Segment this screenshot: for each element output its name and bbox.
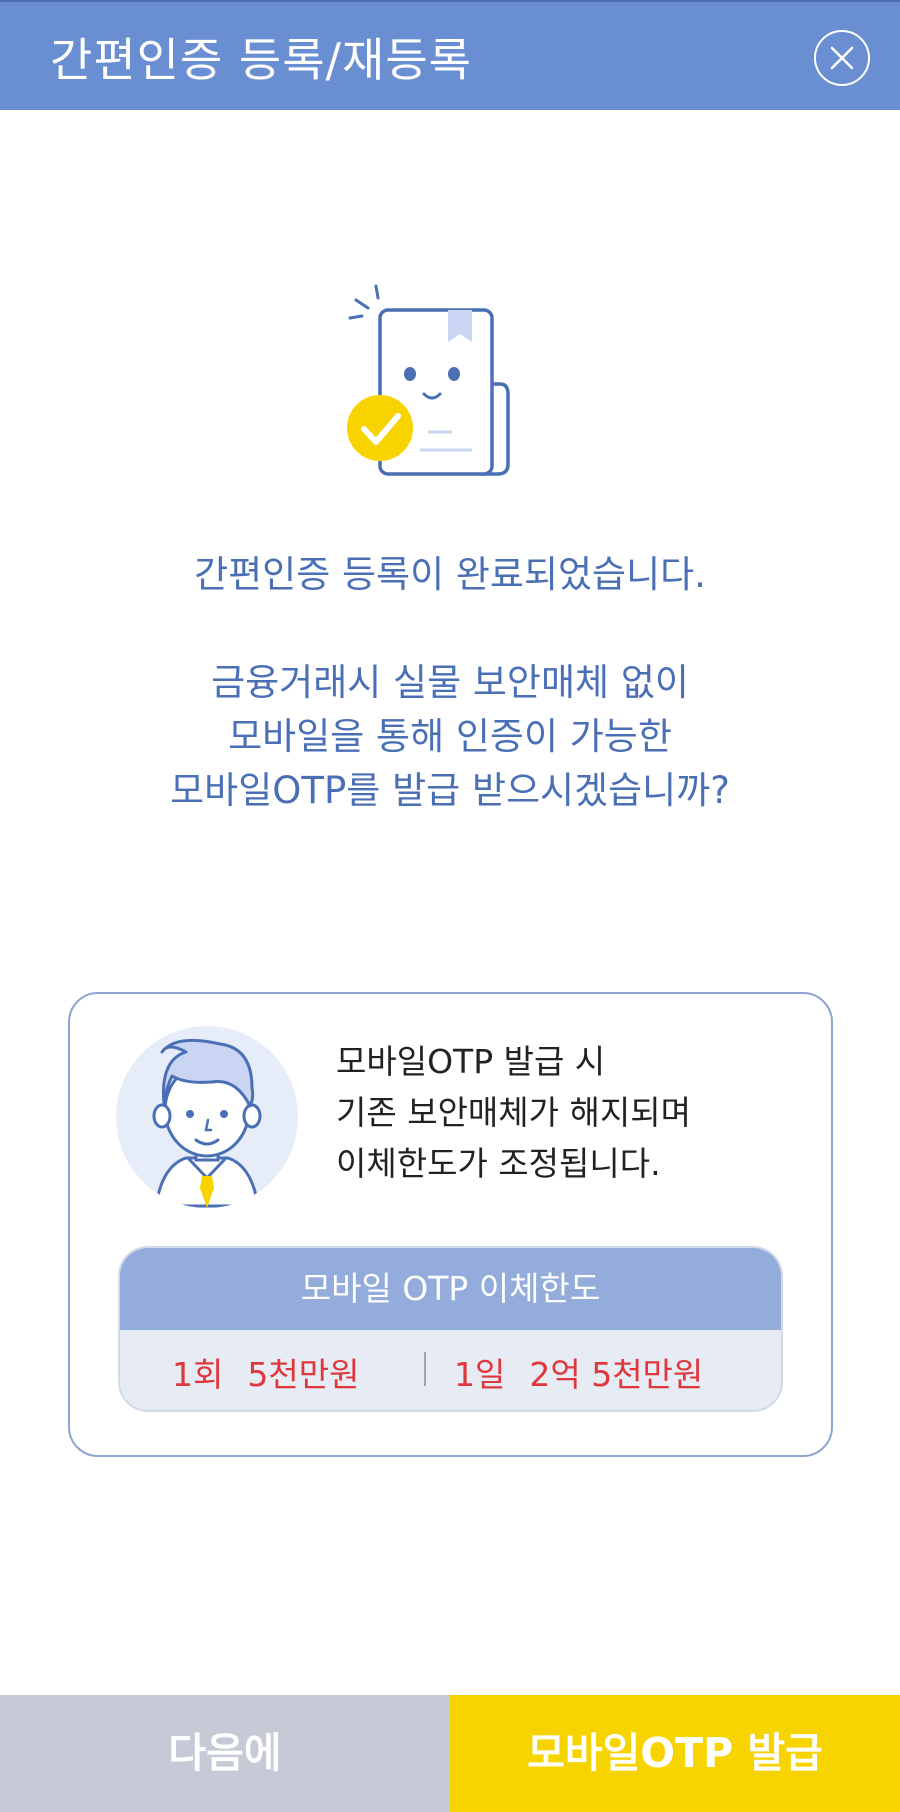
message-line: 간편인증 등록이 완료되었습니다. [194, 553, 706, 596]
close-icon [830, 46, 854, 70]
message-line: 모바일OTP를 발급 받으시겠습니까? [170, 769, 730, 812]
completion-message: 간편인증 등록이 완료되었습니다. 금융거래시 실물 보안매체 없이 모바일을 … [0, 548, 900, 818]
notice-line: 기존 보안매체가 해지되며 [336, 1093, 691, 1132]
limit-values: 1회 5천만원 1일 2억 5천만원 [120, 1330, 781, 1410]
per-time-limit: 1회 5천만원 [172, 1348, 359, 1396]
notice-line: 이체한도가 조정됩니다. [336, 1144, 661, 1183]
otp-info-card: 모바일OTP 발급 시 기존 보안매체가 해지되며 이체한도가 조정됩니다. 모… [68, 992, 833, 1457]
notice-line: 모바일OTP 발급 시 [336, 1042, 606, 1081]
message-line: 금융거래시 실물 보안매체 없이 [211, 661, 689, 704]
close-button[interactable] [814, 30, 870, 86]
later-button[interactable]: 다음에 [0, 1695, 450, 1812]
message-line: 모바일을 통해 인증이 가능한 [228, 715, 672, 758]
per-day-label: 1일 [454, 1355, 506, 1394]
per-day-value: 2억 5천만원 [529, 1355, 704, 1394]
limit-divider [424, 1352, 426, 1386]
avatar [116, 1026, 298, 1208]
per-time-value: 5천만원 [247, 1355, 360, 1394]
otp-notice-text: 모바일OTP 발급 시 기존 보안매체가 해지되며 이체한도가 조정됩니다. [336, 1036, 691, 1189]
per-time-label: 1회 [172, 1355, 224, 1394]
issue-mobile-otp-button[interactable]: 모바일OTP 발급 [450, 1695, 900, 1812]
header-bar: 간편인증 등록/재등록 [0, 0, 900, 110]
page-title: 간편인증 등록/재등록 [50, 33, 473, 87]
businessman-avatar-icon [116, 1026, 298, 1208]
document-check-icon [347, 284, 510, 476]
transfer-limit-box: 모바일 OTP 이체한도 1회 5천만원 1일 2억 5천만원 [118, 1246, 783, 1412]
per-day-limit: 1일 2억 5천만원 [454, 1348, 703, 1396]
limit-title: 모바일 OTP 이체한도 [120, 1248, 781, 1330]
